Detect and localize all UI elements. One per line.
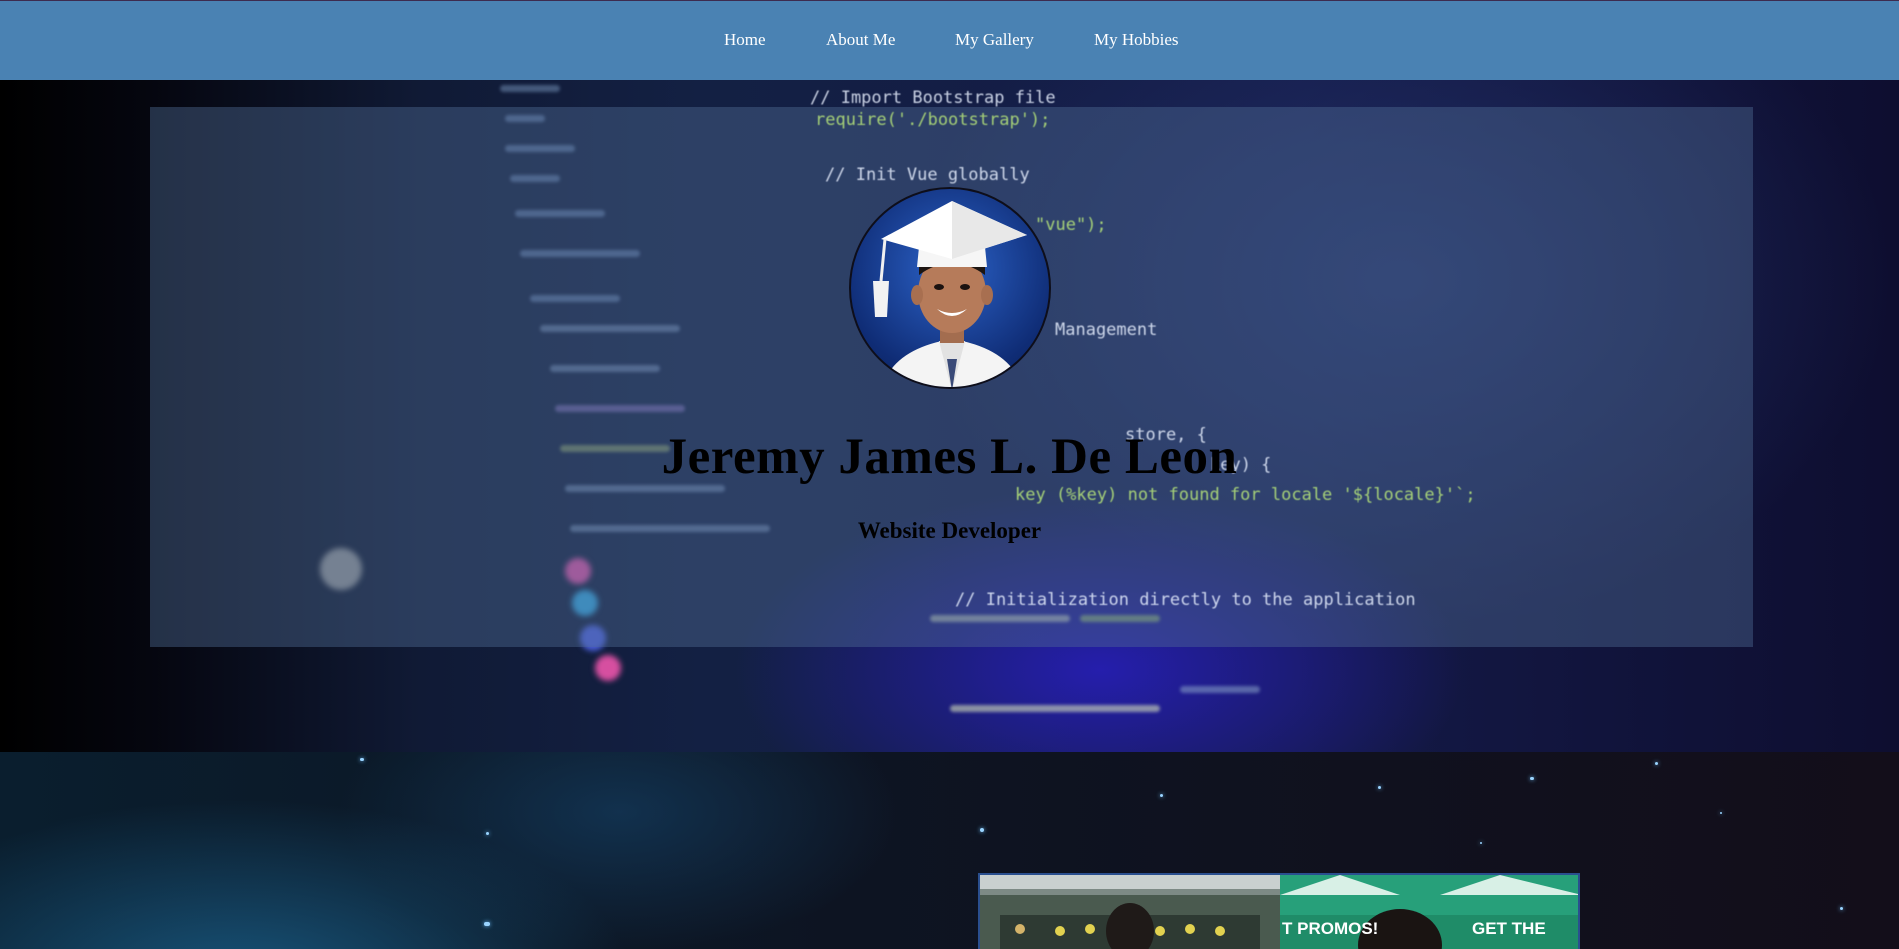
nav-home-link[interactable]: Home [724, 30, 766, 50]
hero-role-subtitle: Website Developer [857, 518, 1042, 543]
code-locale-error: key (%key) not found for locale '${local… [1015, 485, 1476, 505]
graduate-portrait-image [873, 201, 1027, 387]
profile-avatar [849, 187, 1051, 389]
nav-my-hobbies-link[interactable]: My Hobbies [1094, 30, 1179, 50]
gallery-photo[interactable]: T PROMOS! GET THE [978, 873, 1580, 949]
hero-name-heading: Jeremy James L. De Leon [661, 429, 1238, 485]
code-comment-init: // Initialization directly to the applic… [955, 590, 1416, 610]
nav-my-gallery-link[interactable]: My Gallery [955, 30, 1034, 50]
hero-section: // Import Bootstrap file require('./boot… [0, 80, 1899, 752]
code-vue-string: "vue"); [1035, 215, 1107, 235]
nav-links: Home About Me My Gallery My Hobbies [0, 1, 1899, 81]
code-require-bootstrap: require('./bootstrap'); [815, 110, 1051, 130]
code-comment-import: // Import Bootstrap file [810, 88, 1056, 108]
photo-sign-text-left: T PROMOS! [1282, 919, 1379, 938]
nav-about-me-link[interactable]: About Me [826, 30, 895, 50]
top-navbar: Home About Me My Gallery My Hobbies [0, 0, 1899, 80]
code-management: Management [1055, 320, 1158, 340]
gallery-section: T PROMOS! GET THE [0, 752, 1899, 949]
photo-sign-text: GET THE [1472, 919, 1546, 938]
code-comment-vue: // Init Vue globally [825, 165, 1030, 185]
